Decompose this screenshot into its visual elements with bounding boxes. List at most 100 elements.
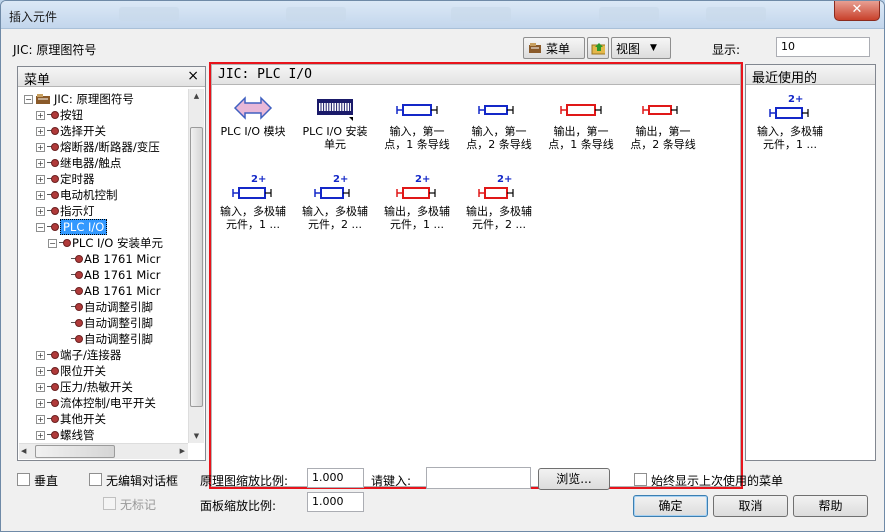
tree-node[interactable]: + 螺线管 [24,427,189,443]
expand-icon[interactable]: + [36,206,45,216]
symbol-item-label: 输入，第一点，2 条导线 [466,125,532,151]
symbol-item[interactable]: 2+ 输入，多极辅元件，1 ... [212,171,294,231]
menu-tree-panel: 菜单 × − JIC: 原理图符号 + 按钮 + 选择开关 + 熔断器/断路器/变压 + 继电器/… [17,66,206,461]
tree-node-label: 继电器/触点 [60,156,122,170]
input-multi-2-icon: 2+ [294,171,376,205]
plc-module-icon [212,91,294,125]
browse-button[interactable]: 浏览... [538,468,610,490]
collapse-icon[interactable]: − [24,94,33,104]
tree-node[interactable]: AB 1761 Micr [24,267,189,283]
symbol-item[interactable]: 2+ 输入，多极辅元件，2 ... [294,171,376,231]
symbol-item[interactable]: 输出，第一点，1 条导线 [540,91,622,151]
expand-icon[interactable]: + [36,430,45,440]
up-level-button[interactable] [587,37,609,59]
tree-node[interactable]: + 压力/热敏开关 [24,379,189,395]
tree-node[interactable]: AB 1761 Micr [24,283,189,299]
symbol-item[interactable]: PLC I/O 模块 [212,91,294,138]
tree-node[interactable]: + 其他开关 [24,411,189,427]
output-multi-2-icon: 2+ [458,171,540,205]
gallery-title: JIC: PLC I/O [212,65,740,85]
tree-node[interactable]: + 端子/连接器 [24,347,189,363]
tree-node[interactable]: 自动调整引脚 [24,315,189,331]
component-node-icon [71,319,83,327]
tree-node[interactable]: 自动调整引脚 [24,299,189,315]
tree-node[interactable]: − JIC: 原理图符号 [24,91,189,107]
tree-node[interactable]: − PLC I/O [24,219,189,235]
component-node-icon [47,175,59,183]
tree-node[interactable]: + 选择开关 [24,123,189,139]
panel-scale-input[interactable]: 1.000 [307,492,364,512]
symbol-item-label: 输入，多极辅元件，1 ... [220,205,286,231]
component-node-icon [47,111,59,119]
tree-node[interactable]: + 按钮 [24,107,189,123]
symbol-item[interactable]: 2+ 输出，多极辅元件，2 ... [458,171,540,231]
always-show-checkbox[interactable] [634,473,647,486]
tree-horizontal-scrollbar[interactable]: ◀ ▶ [19,443,188,459]
tree-node[interactable]: AB 1761 Micr [24,251,189,267]
tree-vertical-scrollbar[interactable]: ▲ ▼ [188,89,204,443]
tree-node-label: AB 1761 Micr [84,252,161,266]
component-node-icon [47,383,59,391]
tree-node[interactable]: + 限位开关 [24,363,189,379]
tree-node-label: 其他开关 [60,412,106,426]
tree-node-label: AB 1761 Micr [84,268,161,282]
symbol-item-label: PLC I/O 安装单元 [302,125,368,151]
view-dropdown[interactable]: 视图 ▼ [611,37,671,59]
svg-text:2+: 2+ [415,174,430,185]
no-tag-checkbox[interactable] [103,497,116,510]
expand-icon[interactable]: + [36,414,45,424]
tree-node[interactable]: + 定时器 [24,171,189,187]
symbol-item[interactable]: 输入，第一点，1 条导线 [376,91,458,151]
cancel-button[interactable]: 取消 [713,495,788,517]
symbol-item[interactable]: PLC I/O 安装单元 [294,91,376,151]
expand-icon[interactable]: + [36,174,45,184]
symbol-item[interactable]: 输入，第一点，2 条导线 [458,91,540,151]
display-count-input[interactable]: 10 [776,37,870,57]
insert-component-window: 插入元件 ✕ JIC: 原理图符号 菜单 视图 ▼ 显示: 10 菜单 × − … [0,0,885,532]
close-icon[interactable]: × [187,68,199,84]
close-window-button[interactable]: ✕ [834,1,880,21]
display-label: 显示: [712,43,741,57]
expand-icon[interactable]: + [36,142,45,152]
schematic-scale-label: 原理图缩放比例: [200,474,289,488]
collapse-icon[interactable]: − [36,222,45,232]
tree-node[interactable]: + 继电器/触点 [24,155,189,171]
symbol-item-label: 输出，第一点，2 条导线 [630,125,696,151]
expand-icon[interactable]: + [36,126,45,136]
title-bar: 插入元件 ✕ [1,1,884,29]
schematic-scale-input[interactable]: 1.000 [307,468,364,488]
no-edit-dialog-checkbox[interactable] [89,473,102,486]
tree-node[interactable]: + 电动机控制 [24,187,189,203]
menu-tree: − JIC: 原理图符号 + 按钮 + 选择开关 + 熔断器/断路器/变压 + 继电器/触点 + 定时… [24,91,189,443]
tree-node[interactable]: + 指示灯 [24,203,189,219]
tree-node-label: 自动调整引脚 [84,332,153,346]
collapse-icon[interactable]: − [48,238,57,248]
symbol-item[interactable]: 2+ 输出，多极辅元件，1 ... [376,171,458,231]
tree-node[interactable]: + 流体控制/电平开关 [24,395,189,411]
tree-node-label: 电动机控制 [60,188,118,202]
expand-icon[interactable]: + [36,398,45,408]
ok-button[interactable]: 确定 [633,495,708,517]
type-label: 请键入: [371,474,412,488]
expand-icon[interactable]: + [36,382,45,392]
help-button[interactable]: 帮助 [793,495,868,517]
svg-text:2+: 2+ [333,174,348,185]
symbol-item-label: 输出，多极辅元件，1 ... [384,205,450,231]
recent-item[interactable]: 2+ 输入，多极辅元件，1 ... [750,91,830,151]
expand-icon[interactable]: + [36,366,45,376]
expand-icon[interactable]: + [36,158,45,168]
recent-item-label: 输入，多极辅元件，1 ... [757,125,823,151]
tree-node[interactable]: + 熔断器/断路器/变压 [24,139,189,155]
tree-node-label: 螺线管 [60,428,95,442]
component-node-icon [47,367,59,375]
expand-icon[interactable]: + [36,190,45,200]
expand-icon[interactable]: + [36,350,45,360]
symbol-item[interactable]: 输出，第一点，2 条导线 [622,91,704,151]
menu-button[interactable]: 菜单 [523,37,585,59]
expand-icon[interactable]: + [36,110,45,120]
output-multi-1-icon: 2+ [376,171,458,205]
vertical-checkbox[interactable] [17,473,30,486]
tree-node[interactable]: − PLC I/O 安装单元 [24,235,189,251]
type-input[interactable] [426,467,531,489]
tree-node[interactable]: 自动调整引脚 [24,331,189,347]
